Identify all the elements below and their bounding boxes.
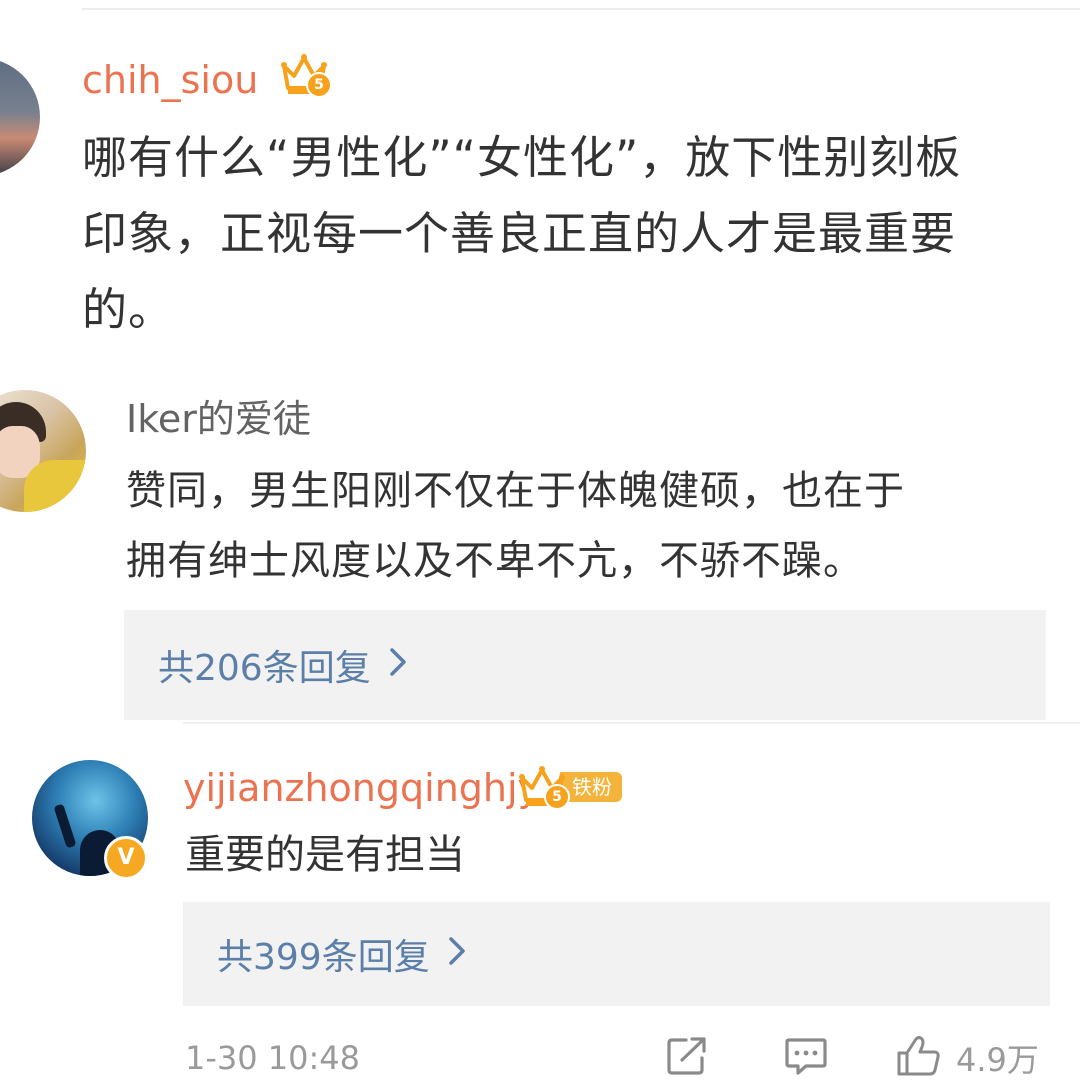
- avatar[interactable]: [0, 58, 40, 176]
- chevron-right-icon: [448, 934, 466, 975]
- vip-level: 5: [306, 72, 332, 98]
- comment-text-line: 哪有什么“男性化”“女性化”，放下性别刻板: [82, 131, 962, 184]
- comment-thread: chih_siou 5 哪有什么“男性化”“女性化”，放下性别刻板 印象，正视每…: [0, 0, 1080, 1080]
- comment-icon: [784, 1036, 828, 1080]
- username[interactable]: Iker的爱徒: [126, 397, 311, 441]
- chevron-right-icon: [389, 645, 407, 686]
- comment-text-line: 印象，正视每一个善良正直的人才是最重要: [82, 207, 957, 260]
- view-replies-link[interactable]: 共206条回复: [158, 639, 407, 691]
- like-button[interactable]: 4.9万: [896, 1036, 1039, 1080]
- replies-box: 共399条回复: [183, 902, 1050, 1006]
- divider: [82, 8, 1080, 10]
- share-icon: [666, 1036, 708, 1080]
- vip-badge[interactable]: 5: [280, 52, 332, 98]
- divider: [183, 722, 1080, 724]
- verified-badge: V: [104, 836, 148, 880]
- username[interactable]: yijianzhongqinghjy: [183, 766, 540, 810]
- vip-level: 5: [544, 784, 570, 810]
- timestamp: 1-30 10:48: [185, 1039, 361, 1077]
- comment-text-line: 的。: [82, 283, 175, 336]
- vip-badge[interactable]: 5 铁粉: [518, 764, 622, 810]
- view-replies-label: 共399条回复: [217, 937, 430, 978]
- like-icon: [896, 1035, 942, 1080]
- like-count: 4.9万: [956, 1041, 1039, 1079]
- share-button[interactable]: [666, 1036, 708, 1080]
- reply-text-line: 拥有绅士风度以及不卑不亢，不骄不躁。: [126, 538, 864, 584]
- reply-text-line: 赞同，男生阳刚不仅在于体魄健硕，也在于: [126, 468, 905, 514]
- view-replies-label: 共206条回复: [158, 648, 371, 689]
- avatar-coat: [24, 460, 86, 512]
- avatar[interactable]: [0, 390, 86, 512]
- replies-box: 共206条回复: [124, 610, 1046, 720]
- username[interactable]: chih_siou: [82, 58, 258, 102]
- crown-icon: 5: [280, 52, 332, 98]
- view-replies-link[interactable]: 共399条回复: [217, 928, 466, 980]
- comment-button[interactable]: [784, 1036, 828, 1080]
- avatar-arm: [53, 803, 77, 849]
- crown-icon: 5: [518, 764, 570, 810]
- reply-text: 重要的是有担当: [185, 832, 465, 878]
